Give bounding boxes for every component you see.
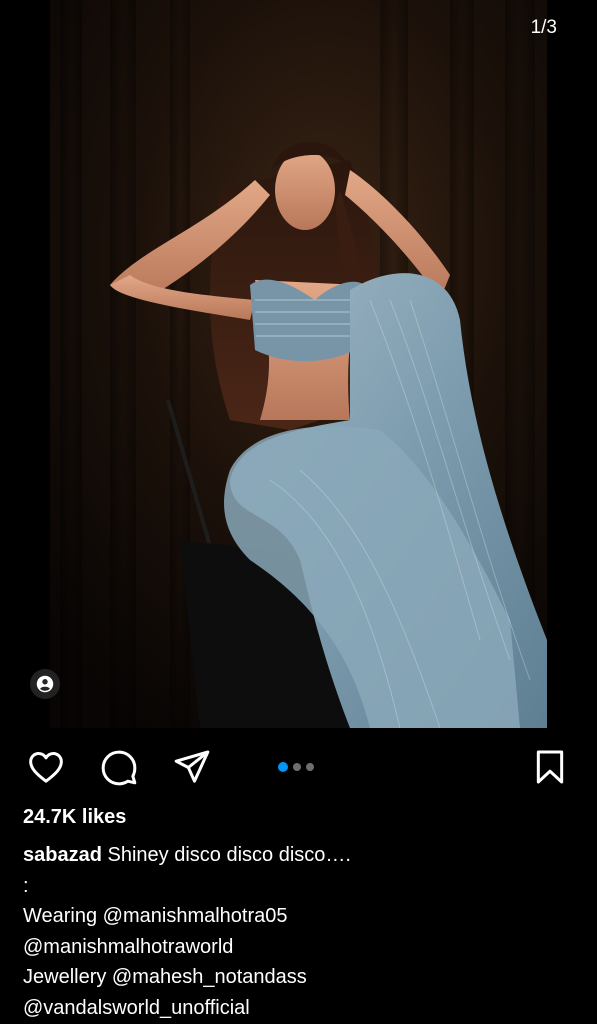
post-actions-bar <box>0 740 597 794</box>
share-button[interactable] <box>165 740 219 794</box>
caption-username[interactable]: sabazad <box>23 844 102 866</box>
comment-button[interactable] <box>92 740 146 794</box>
caption-line: Wearing @manishmalhotra05 <box>23 905 288 927</box>
post-media[interactable]: 1/3 <box>0 0 597 728</box>
save-button[interactable] <box>523 740 577 794</box>
post-caption: sabazad Shiney disco disco disco…. : Wea… <box>23 840 583 1023</box>
comment-bubble-icon <box>101 750 137 786</box>
post-photo[interactable] <box>50 0 547 728</box>
carousel-dot <box>293 763 301 771</box>
caption-line: @manishmalhotraworld <box>23 935 234 958</box>
like-button[interactable] <box>19 740 73 794</box>
likes-count[interactable]: 24.7K likes <box>23 806 126 829</box>
slide-counter: 1/3 <box>530 17 557 38</box>
carousel-indicator <box>278 762 314 772</box>
bookmark-icon <box>536 750 564 784</box>
caption-line: : <box>23 874 29 897</box>
carousel-dot-active <box>278 762 288 772</box>
caption-line: @vandalsworld_unofficial <box>23 996 250 1019</box>
person-tag-icon[interactable] <box>30 669 60 699</box>
caption-line: Jewellery @mahesh_notandass <box>23 966 307 988</box>
caption-text: Shiney disco disco disco…. <box>107 844 351 866</box>
paper-plane-icon <box>174 750 210 783</box>
heart-icon <box>29 752 63 783</box>
carousel-dot <box>306 763 314 771</box>
